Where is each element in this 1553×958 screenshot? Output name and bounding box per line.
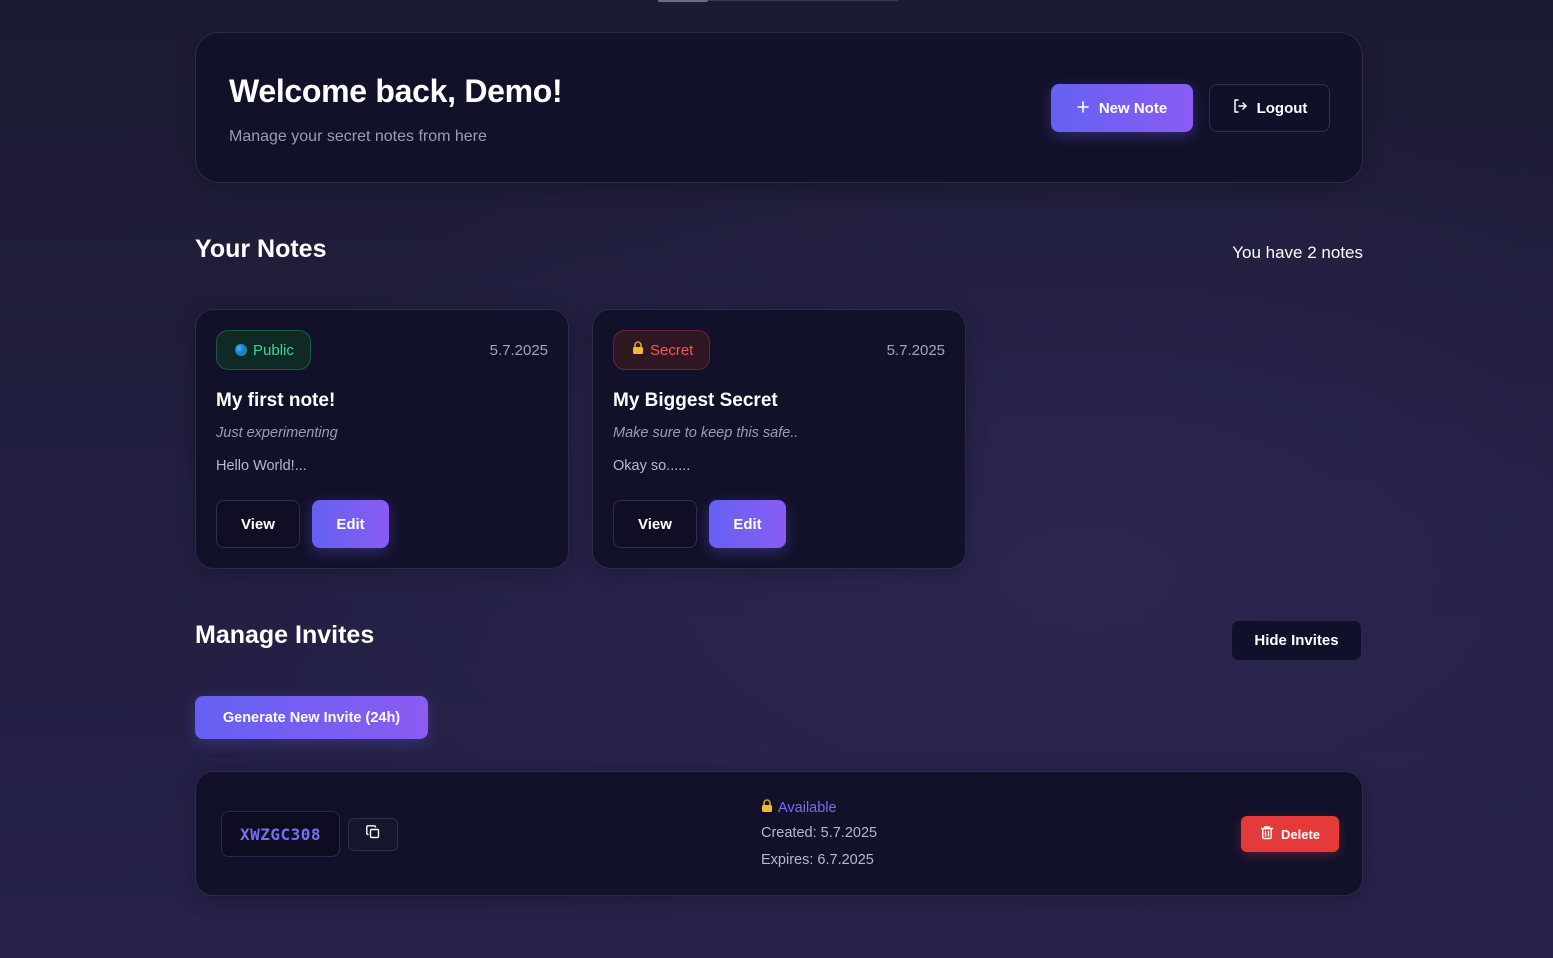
invite-code: XWZGC308 xyxy=(221,811,340,857)
logout-icon xyxy=(1232,98,1248,118)
note-title: My first note! xyxy=(216,390,336,411)
badge-label: Public xyxy=(253,341,294,359)
note-date: 5.7.2025 xyxy=(489,342,548,359)
trash-icon xyxy=(1260,825,1274,843)
top-tab-track xyxy=(708,0,898,1)
invite-status: Available xyxy=(761,799,837,817)
note-description: Just experimenting xyxy=(216,425,338,441)
note-card: Secret 5.7.2025 My Biggest Secret Make s… xyxy=(592,309,966,569)
top-tab-indicator xyxy=(658,0,708,2)
welcome-title: Welcome back, Demo! xyxy=(229,73,563,109)
welcome-subtitle: Manage your secret notes from here xyxy=(229,128,487,145)
note-card: Public 5.7.2025 My first note! Just expe… xyxy=(195,309,569,569)
plus-icon xyxy=(1077,100,1089,117)
edit-note-button[interactable]: Edit xyxy=(312,500,389,548)
badge-label: Secret xyxy=(650,341,694,359)
view-note-button[interactable]: View xyxy=(613,500,697,548)
invite-created: Created: 5.7.2025 xyxy=(761,825,878,841)
lock-icon xyxy=(632,341,644,359)
invite-expires: Expires: 6.7.2025 xyxy=(761,852,874,868)
notes-section-title: Your Notes xyxy=(195,235,327,263)
note-preview: Hello World!... xyxy=(216,458,307,474)
delete-label: Delete xyxy=(1280,826,1321,842)
secret-badge: Secret xyxy=(613,330,711,370)
copy-invite-button[interactable] xyxy=(348,818,398,851)
view-note-button[interactable]: View xyxy=(216,500,300,548)
note-title: My Biggest Secret xyxy=(613,390,778,411)
lock-icon xyxy=(761,799,773,817)
invite-card: XWZGC308 Available Created: 5.7.2025 Exp… xyxy=(195,771,1363,896)
public-badge: Public xyxy=(216,330,311,370)
note-date: 5.7.2025 xyxy=(886,342,945,359)
generate-invite-button[interactable]: Generate New Invite (24h) xyxy=(195,696,428,739)
copy-icon xyxy=(365,824,381,845)
invites-section-title: Manage Invites xyxy=(195,621,375,649)
notes-count: You have 2 notes xyxy=(1232,243,1363,262)
logout-label: Logout xyxy=(1256,99,1308,117)
delete-invite-button[interactable]: Delete xyxy=(1241,816,1339,852)
logout-button[interactable]: Logout xyxy=(1209,84,1330,132)
note-description: Make sure to keep this safe.. xyxy=(613,425,799,441)
welcome-header-card: Welcome back, Demo! Manage your secret n… xyxy=(195,32,1363,183)
new-note-button[interactable]: New Note xyxy=(1051,84,1193,132)
new-note-label: New Note xyxy=(1098,99,1168,117)
note-preview: Okay so...... xyxy=(613,458,691,474)
invite-status-label: Available xyxy=(778,800,837,816)
edit-note-button[interactable]: Edit xyxy=(709,500,786,548)
globe-icon xyxy=(235,344,247,356)
hide-invites-button[interactable]: Hide Invites xyxy=(1231,620,1362,661)
